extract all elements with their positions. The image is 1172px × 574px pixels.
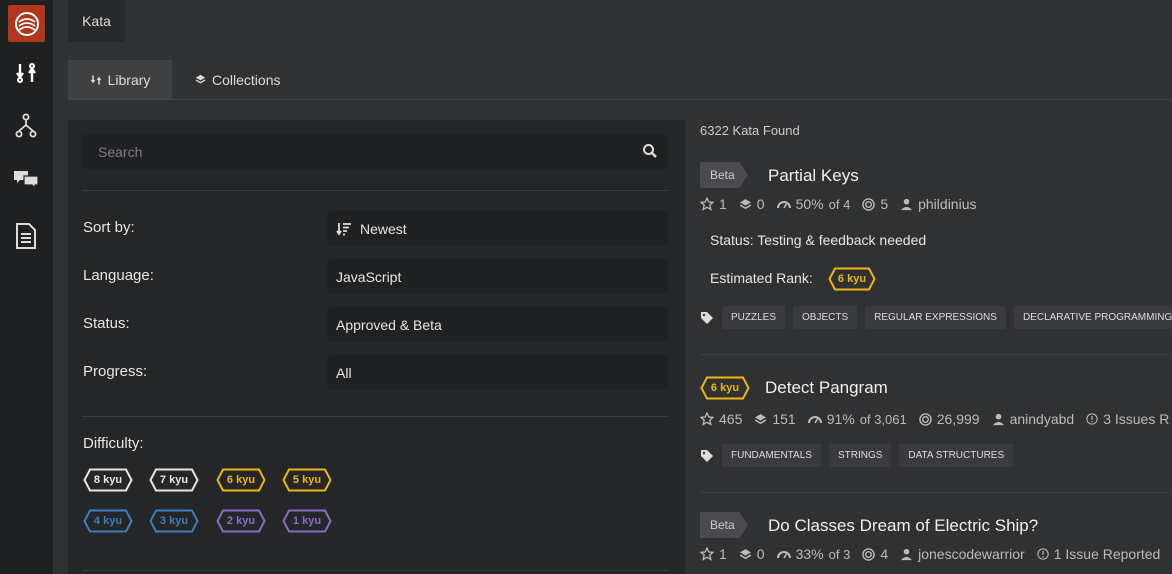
sort-desc-icon: [336, 222, 351, 236]
sidebar: [0, 0, 53, 574]
divider: [82, 190, 668, 191]
tag[interactable]: FUNDAMENTALS: [722, 444, 821, 467]
practice-icon[interactable]: [12, 59, 40, 87]
kyu-5-toggle[interactable]: 5 kyu: [282, 468, 332, 492]
tab-kata[interactable]: Kata: [68, 0, 125, 42]
user-icon: [901, 198, 913, 210]
practice-icon: [90, 75, 101, 84]
tag[interactable]: REGULAR EXPRESSIONS: [865, 306, 1006, 329]
kata-title[interactable]: Detect Pangram: [765, 378, 888, 398]
tag[interactable]: OBJECTS: [793, 306, 858, 329]
kyu-1-toggle[interactable]: 1 kyu: [282, 509, 332, 533]
kata-author[interactable]: anindyabd: [1010, 411, 1075, 427]
kyu-3-toggle[interactable]: 3 kyu: [149, 509, 199, 533]
satisfaction-icon: [807, 416, 822, 424]
beta-badge: Beta: [700, 512, 748, 538]
search-box: [82, 134, 668, 169]
results-list: 6322 Kata Found Beta Partial Keys 1 0 50…: [700, 0, 1172, 574]
tag-icon: [701, 311, 713, 324]
issues-link[interactable]: 3 Issues R: [1103, 411, 1169, 427]
progress-label: Progress:: [83, 363, 148, 380]
star-icon[interactable]: [700, 412, 714, 426]
tab-library-label: Library: [107, 71, 151, 88]
target-icon: [862, 547, 876, 561]
filter-panel: Sort by: Newest Language: JavaScript Sta…: [68, 120, 685, 574]
tab-collections[interactable]: Collections: [195, 60, 280, 99]
star-icon[interactable]: [700, 547, 714, 561]
kyu-2-toggle[interactable]: 2 kyu: [216, 509, 266, 533]
kata-tags: PUZZLES OBJECTS REGULAR EXPRESSIONS DECL…: [700, 306, 1172, 329]
kata-author[interactable]: jonescodewarrior: [918, 546, 1025, 562]
docs-icon[interactable]: [12, 222, 40, 250]
search-input[interactable]: [82, 134, 668, 169]
sort-label: Sort by:: [83, 219, 135, 236]
estimated-rank-badge: 6 kyu: [828, 267, 876, 291]
progress-select[interactable]: All: [327, 355, 668, 390]
kyu-7-toggle[interactable]: 7 kyu: [149, 468, 199, 492]
sort-value: Newest: [360, 220, 407, 237]
tag[interactable]: STRINGS: [828, 444, 892, 467]
difficulty-label: Difficulty:: [83, 435, 144, 452]
divider: [700, 354, 1172, 355]
kata-author[interactable]: phildinius: [918, 196, 976, 212]
layers-icon: [739, 548, 752, 559]
kyu-8-toggle[interactable]: 8 kyu: [83, 468, 133, 492]
sort-select[interactable]: Newest: [327, 211, 668, 246]
kyu-4-toggle[interactable]: 4 kyu: [83, 509, 133, 533]
tag-icon: [701, 449, 713, 462]
layers-icon: [755, 413, 767, 424]
status-value: Approved & Beta: [336, 316, 442, 333]
language-select[interactable]: JavaScript: [327, 259, 668, 294]
user-icon: [901, 548, 913, 560]
divider: [700, 492, 1172, 493]
tag[interactable]: PUZZLES: [722, 306, 786, 329]
satisfaction-icon: [776, 201, 791, 209]
star-icon[interactable]: [700, 197, 714, 211]
issue-icon: [1037, 548, 1049, 560]
tag[interactable]: DECLARATIVE PROGRAMMING: [1013, 306, 1172, 329]
kata-status: Status: Testing & feedback needed: [710, 232, 927, 248]
kata-stats: 1 0 33% of 3 4 jonescodewarrior 1 Issue …: [700, 546, 1172, 562]
kata-title[interactable]: Do Classes Dream of Electric Ship?: [768, 516, 1038, 536]
layers-icon: [739, 198, 752, 209]
estimated-rank-label: Estimated Rank:: [710, 270, 813, 286]
status-label: Status:: [83, 315, 130, 332]
codewars-logo-icon[interactable]: [8, 5, 45, 42]
status-select[interactable]: Approved & Beta: [327, 307, 668, 342]
divider: [82, 570, 668, 571]
kata-rank-badge: 6 kyu: [700, 376, 750, 400]
kata-title[interactable]: Partial Keys: [768, 166, 859, 186]
target-icon: [918, 412, 932, 426]
target-icon: [862, 197, 876, 211]
tab-collections-label: Collections: [212, 71, 281, 88]
search-icon[interactable]: [642, 143, 658, 159]
tag[interactable]: DATA STRUCTURES: [899, 444, 1014, 467]
tab-library[interactable]: Library: [68, 60, 172, 99]
kyu-6-toggle[interactable]: 6 kyu: [216, 468, 266, 492]
layers-icon: [195, 74, 206, 84]
kata-stats: 1 0 50% of 4 5 phildinius: [700, 196, 988, 212]
language-value: JavaScript: [336, 268, 402, 285]
satisfaction-icon: [776, 551, 791, 559]
progress-value: All: [336, 364, 352, 381]
issue-icon: [1086, 413, 1098, 425]
discuss-icon[interactable]: [12, 165, 40, 193]
kata-stats: 465 151 91% of 3,061 26,999 anindyabd 3 …: [700, 411, 1172, 427]
issues-link[interactable]: 1 Issue Reported: [1054, 546, 1161, 562]
beta-badge: Beta: [700, 162, 748, 188]
kata-tags: FUNDAMENTALS STRINGS DATA STRUCTURES: [700, 444, 1014, 467]
results-count: 6322 Kata Found: [700, 123, 800, 138]
divider: [82, 416, 668, 417]
language-label: Language:: [83, 267, 154, 284]
fork-icon[interactable]: [12, 112, 40, 140]
user-icon: [992, 413, 1004, 425]
